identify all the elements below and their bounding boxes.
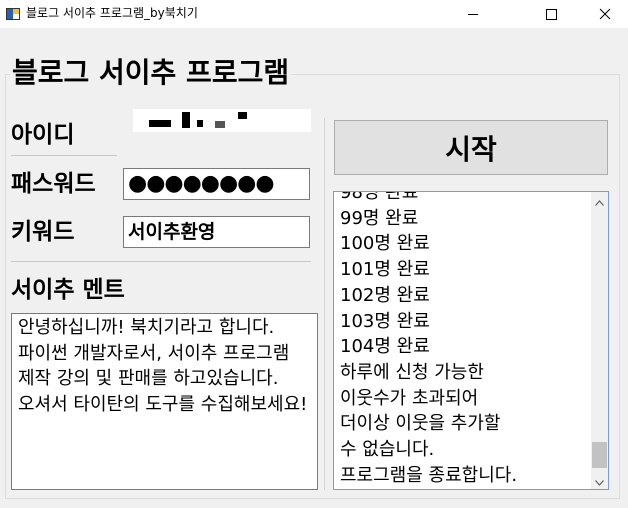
password-label: 패스워드 [11, 171, 96, 197]
group-title: 블로그 서이추 프로그램 [10, 56, 292, 90]
keyword-separator [11, 261, 311, 262]
id-field[interactable] [133, 109, 311, 132]
password-field[interactable]: ●●●●●●●● [123, 168, 310, 200]
minimize-button[interactable] [450, 0, 496, 28]
log-line: 프로그램을 종료합니다. [340, 464, 518, 486]
keyword-label: 키워드 [11, 219, 75, 245]
log-listbox[interactable]: 98명 완료 99명 완료 100명 완료 101명 완료 102명 완료 103명 완료… [333, 191, 609, 490]
log-line: 이웃수가 초과되어 [340, 387, 479, 409]
id-separator [11, 155, 117, 156]
start-button[interactable]: 시작 [334, 120, 608, 175]
app-icon [6, 6, 20, 20]
comment-label: 서이추 멘트 [11, 277, 125, 303]
maximize-button[interactable] [528, 0, 574, 28]
keyword-field[interactable]: 서이추환영 [123, 216, 310, 248]
log-line: 100명 완료 [340, 233, 430, 255]
log-line: 수 없습니다. [340, 439, 435, 461]
log-line: 더이상 이웃을 추가할 [340, 413, 501, 435]
scroll-up-button[interactable] [591, 192, 608, 209]
log-line: 103명 완료 [340, 310, 430, 332]
minimize-icon [467, 8, 479, 20]
scroll-thumb[interactable] [592, 442, 607, 468]
log-lines: 98명 완료 99명 완료 100명 완료 101명 완료 102명 완료 103명 완료… [340, 191, 585, 488]
close-icon [599, 8, 611, 20]
log-line: 98명 완료 [340, 191, 419, 203]
id-redaction [149, 112, 247, 128]
log-line: 99명 완료 [340, 207, 419, 229]
maximize-icon [545, 8, 557, 20]
log-line: 104명 완료 [340, 336, 430, 358]
log-line: 하루에 신청 가능한 [340, 361, 484, 383]
window-title: 블로그 서이추 프로그램_by북치기 [26, 6, 198, 20]
id-label: 아이디 [11, 122, 75, 148]
log-line: 102명 완료 [340, 284, 430, 306]
log-scrollbar[interactable] [591, 192, 608, 489]
chevron-down-icon [595, 471, 604, 489]
column-divider [324, 118, 325, 490]
title-bar: 블로그 서이추 프로그램_by북치기 [0, 0, 628, 28]
close-button[interactable] [582, 0, 628, 28]
chevron-up-icon [595, 192, 604, 210]
comment-textarea[interactable]: 안녕하십니까! 북치기라고 합니다. 파이썬 개발자로서, 서이추 프로그램 제… [11, 313, 318, 490]
log-line: 101명 완료 [340, 259, 430, 281]
scroll-down-button[interactable] [591, 472, 608, 489]
